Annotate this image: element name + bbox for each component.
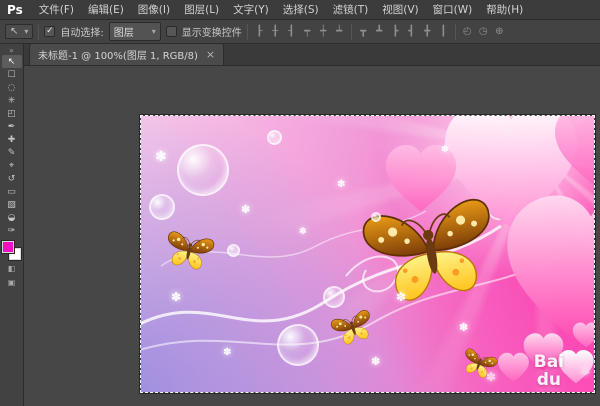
drag-3d-button[interactable]: ⊕ (493, 24, 506, 39)
document-tab-bar: 未标题-1 @ 100%(图层 1, RGB/8) × (24, 44, 600, 66)
close-icon[interactable]: × (206, 49, 215, 60)
distribute-vertical-button[interactable]: ┻ (373, 24, 386, 39)
pen-tool[interactable]: ✑ (2, 224, 22, 237)
crop-tool[interactable]: ◰ (2, 107, 22, 120)
menu-file[interactable]: 文件(F) (32, 2, 81, 17)
distribute-bottom-button[interactable]: ┣ (389, 24, 402, 39)
screen-mode-button[interactable]: ▣ (2, 277, 22, 288)
separator (351, 24, 352, 40)
bubble (277, 324, 319, 366)
align-top-edges-button[interactable]: ┯ (301, 24, 314, 39)
align-horizontal-centers-button[interactable]: ╂ (269, 24, 282, 39)
selection-marching-ants[interactable]: ✽ ✽ ✽ ✽ ✽ ✽ ✽ ✽ ✽ ✽ ✽ ✽ Bai (140, 115, 595, 393)
sparkle-flower-icon: ✽ (459, 322, 468, 333)
align-bottom-edges-button[interactable]: ┷ (333, 24, 346, 39)
document-tab[interactable]: 未标题-1 @ 100%(图层 1, RGB/8) × (29, 43, 224, 65)
sparkle-flower-icon: ✽ (441, 146, 449, 155)
move-tool-icon: ↖ (10, 26, 18, 37)
show-transform-checkbox[interactable] (166, 26, 177, 37)
distribute-horizontal-button[interactable]: ╋ (421, 24, 434, 39)
distribute-buttons: ┳ ┻ ┣ ┫ ╋ ┃ (357, 24, 450, 39)
show-transform-label: 显示变换控件 (182, 24, 242, 39)
blur-tool[interactable]: ◒ (2, 211, 22, 224)
document-area: 未标题-1 @ 100%(图层 1, RGB/8) × (24, 44, 600, 406)
roll-3d-button[interactable]: ◷ (477, 24, 490, 39)
sparkle-flower-icon: ✽ (371, 356, 380, 367)
quick-mask-button[interactable]: ◧ (2, 263, 22, 274)
bubble (149, 194, 175, 220)
align-left-edges-button[interactable]: ┠ (253, 24, 266, 39)
menu-type[interactable]: 文字(Y) (226, 2, 276, 17)
menu-image[interactable]: 图像(I) (131, 2, 177, 17)
distribute-left-button[interactable]: ┫ (405, 24, 418, 39)
menu-select[interactable]: 选择(S) (276, 2, 326, 17)
align-buttons: ┠ ╂ ┨ ┯ ┿ ┷ (253, 24, 346, 39)
menu-edit[interactable]: 编辑(E) (81, 2, 131, 17)
bubble (267, 130, 282, 145)
separator (247, 24, 248, 40)
sparkle-flower-icon: ✽ (223, 348, 231, 358)
move-tool[interactable]: ↖ (2, 55, 22, 68)
foreground-color-swatch[interactable] (2, 241, 14, 253)
photoshop-window: Ps 文件(F) 编辑(E) 图像(I) 图层(L) 文字(Y) 选择(S) 滤… (0, 0, 600, 406)
document-tab-title: 未标题-1 @ 100%(图层 1, RGB/8) (38, 47, 198, 62)
sparkle-flower-icon: ✽ (396, 291, 406, 303)
lasso-tool[interactable]: ◌ (2, 81, 22, 94)
separator (38, 24, 39, 40)
gradient-tool[interactable]: ▧ (2, 198, 22, 211)
sparkle-flower-icon: ✽ (486, 371, 496, 383)
canvas-area[interactable]: ✽ ✽ ✽ ✽ ✽ ✽ ✽ ✽ ✽ ✽ ✽ ✽ Bai (24, 66, 600, 406)
history-brush-tool[interactable]: ↺ (2, 172, 22, 185)
menu-filter[interactable]: 滤镜(T) (326, 2, 376, 17)
options-bar: ↖ ▾ ✓ 自动选择: 图层 ▾ 显示变换控件 ┠ ╂ ┨ ┯ ┿ ┷ ┳ ┻ … (0, 20, 600, 44)
rectangular-marquee-tool[interactable]: ☐ (2, 68, 22, 81)
tools-panel: » ↖ ☐ ◌ ✳ ◰ ✒ ✚ ✎ ⌖ ↺ ▭ ▧ ◒ ✑ ◧ ▣ (0, 44, 24, 406)
align-right-edges-button[interactable]: ┨ (285, 24, 298, 39)
sparkle-flower-icon: ✽ (155, 150, 167, 164)
watermark-line: du (534, 372, 564, 390)
baidu-watermark: Bai du (534, 354, 564, 390)
sparkle-flower-icon: ✽ (171, 291, 181, 303)
clone-stamp-tool[interactable]: ⌖ (2, 159, 22, 172)
eyedropper-tool[interactable]: ✒ (2, 120, 22, 133)
quick-selection-tool[interactable]: ✳ (2, 94, 22, 107)
tool-preset-picker[interactable]: ↖ ▾ (5, 24, 33, 39)
sparkle-flower-icon: ✽ (299, 228, 307, 237)
healing-brush-tool[interactable]: ✚ (2, 133, 22, 146)
rotate-3d-button[interactable]: ◴ (461, 24, 474, 39)
eraser-tool[interactable]: ▭ (2, 185, 22, 198)
color-swatches (2, 241, 21, 260)
menu-window[interactable]: 窗口(W) (426, 2, 480, 17)
bubble (323, 286, 345, 308)
sparkle-flower-icon: ✽ (241, 204, 250, 215)
bubble (371, 212, 381, 222)
sparkle-flower-icon: ✽ (581, 366, 590, 377)
bubble (227, 244, 240, 257)
mode-buttons: ◴ ◷ ⊕ (461, 24, 506, 39)
auto-select-target-dropdown[interactable]: 图层 ▾ (109, 22, 161, 41)
workspace: » ↖ ☐ ◌ ✳ ◰ ✒ ✚ ✎ ⌖ ↺ ▭ ▧ ◒ ✑ ◧ ▣ (0, 44, 600, 406)
tools-collapse-button[interactable]: » (9, 46, 14, 55)
brush-tool[interactable]: ✎ (2, 146, 22, 159)
menu-help[interactable]: 帮助(H) (479, 2, 530, 17)
distribute-right-button[interactable]: ┃ (437, 24, 450, 39)
menu-view[interactable]: 视图(V) (375, 2, 425, 17)
menu-layer[interactable]: 图层(L) (177, 2, 226, 17)
ps-logo: Ps (0, 3, 32, 17)
bubble (177, 144, 229, 196)
auto-select-target-value: 图层 (114, 24, 134, 39)
document-image[interactable]: ✽ ✽ ✽ ✽ ✽ ✽ ✽ ✽ ✽ ✽ ✽ ✽ Bai (141, 116, 594, 392)
separator (455, 24, 456, 40)
sparkle-flower-icon: ✽ (337, 180, 345, 190)
auto-select-label: 自动选择: (60, 24, 103, 39)
align-vertical-centers-button[interactable]: ┿ (317, 24, 330, 39)
chevron-down-icon: ▾ (152, 27, 156, 36)
distribute-top-button[interactable]: ┳ (357, 24, 370, 39)
chevron-down-icon: ▾ (24, 27, 28, 36)
auto-select-checkbox[interactable]: ✓ (44, 26, 55, 37)
menu-bar: Ps 文件(F) 编辑(E) 图像(I) 图层(L) 文字(Y) 选择(S) 滤… (0, 0, 600, 20)
